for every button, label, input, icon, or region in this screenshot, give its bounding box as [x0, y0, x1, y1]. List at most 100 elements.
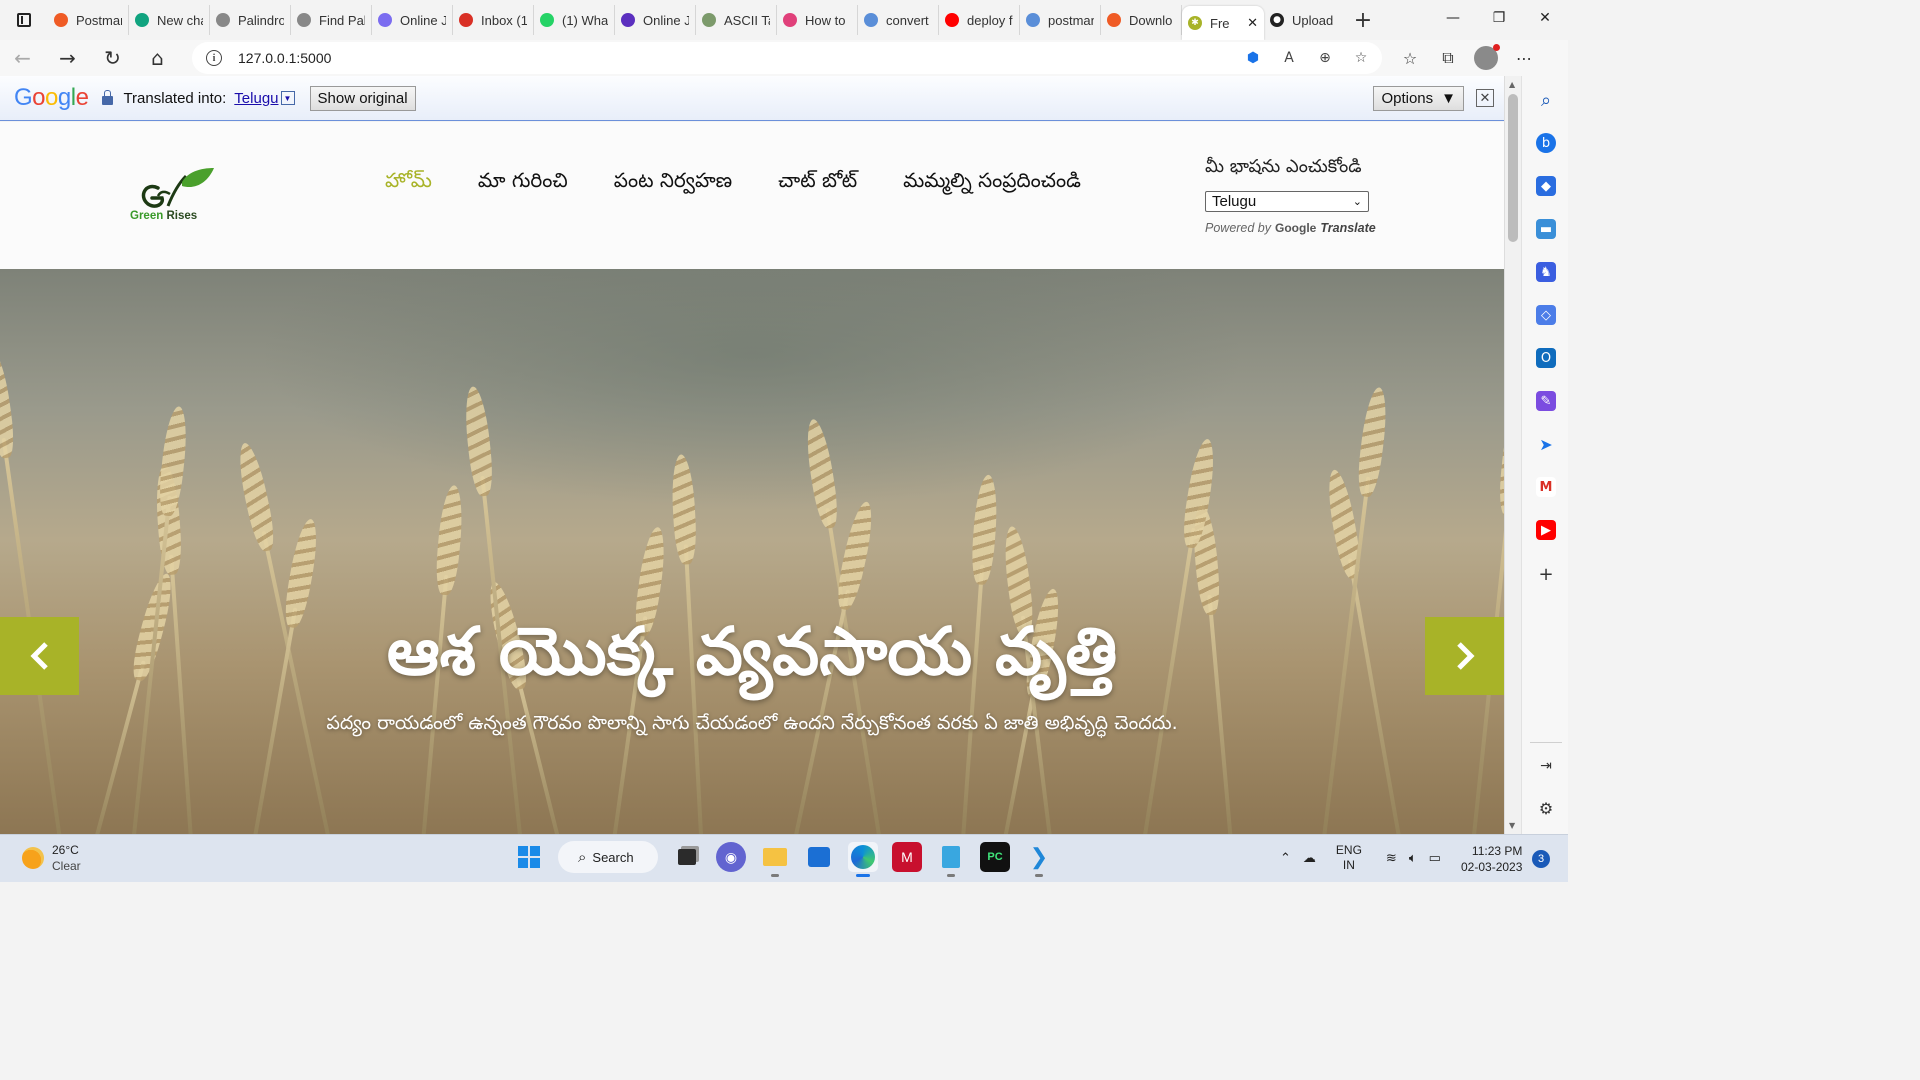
tab-actions-button[interactable]	[0, 0, 48, 40]
new-tab-button[interactable]: +	[1345, 5, 1381, 35]
taskbar-search-label: Search	[592, 849, 634, 865]
more-menu-icon[interactable]: ⋯	[1512, 46, 1536, 70]
minimize-button[interactable]: —	[1430, 0, 1476, 36]
tab-item[interactable]: Find Pal	[291, 5, 372, 35]
search-icon[interactable]: ⌕	[1536, 90, 1556, 111]
youtube-icon[interactable]: ▶	[1536, 520, 1556, 540]
vscode-icon[interactable]: ❯	[1024, 842, 1054, 877]
outlook-icon[interactable]: O	[1536, 348, 1556, 368]
tab-title: How to	[805, 12, 846, 28]
file-explorer-icon[interactable]	[760, 842, 790, 877]
designer-icon[interactable]: ✎	[1536, 391, 1556, 411]
language-dropdown-icon[interactable]: ▼	[280, 91, 295, 105]
wifi-icon[interactable]: ≋	[1386, 850, 1397, 866]
gmail-icon[interactable]: M	[1536, 477, 1556, 497]
profile-avatar[interactable]	[1474, 44, 1500, 70]
nav-item[interactable]: పంట నిర్వహణ	[614, 168, 732, 197]
nav-item[interactable]: చాట్ బోట్	[778, 168, 857, 197]
notepad-icon[interactable]	[936, 842, 966, 877]
system-clock[interactable]: 11:23 PM 02-03-2023	[1461, 843, 1522, 875]
teams-chat-icon[interactable]: ◉	[716, 842, 746, 872]
taskbar-search[interactable]: ⌕ Search	[558, 841, 658, 873]
tab-item[interactable]: How to	[777, 5, 858, 35]
collections-icon[interactable]: ⧉	[1436, 46, 1460, 70]
tab-item[interactable]: New chat	[129, 5, 210, 35]
tab-upload[interactable]: ● Upload	[1264, 5, 1345, 35]
show-original-button[interactable]: Show original	[309, 85, 416, 111]
refresh-button[interactable]: ↻	[90, 40, 135, 76]
tab-active[interactable]: ✱ Fre ✕	[1182, 6, 1264, 40]
shopping-tag-icon[interactable]: ◆	[1536, 176, 1556, 196]
microsoft-store-icon[interactable]	[804, 842, 834, 872]
tools-icon[interactable]: ▬	[1536, 219, 1556, 239]
add-favorite-icon[interactable]: ☆	[1352, 49, 1370, 67]
close-window-button[interactable]: ✕	[1522, 0, 1568, 36]
input-language[interactable]: ENG IN	[1336, 843, 1362, 873]
tab-item[interactable]: ASCII Ta	[696, 5, 777, 35]
tab-item[interactable]: postman	[1020, 5, 1101, 35]
bing-chat-icon[interactable]: b	[1536, 133, 1556, 153]
translated-language-link[interactable]: Telugu	[234, 90, 278, 107]
tab-item[interactable]: Online J	[372, 5, 453, 35]
games-icon[interactable]: ♞	[1536, 262, 1556, 282]
microsoft-365-icon[interactable]: ◇	[1536, 305, 1556, 325]
add-sidebar-app-icon[interactable]: +	[1536, 564, 1556, 585]
translate-label[interactable]: Translate	[1320, 221, 1375, 235]
pycharm-icon[interactable]: PC	[980, 842, 1010, 872]
zoom-icon[interactable]: ⊕	[1316, 49, 1334, 67]
tab-title: Inbox (1	[481, 12, 527, 28]
scroll-up-icon[interactable]: ▲	[1509, 80, 1515, 89]
close-translate-bar-icon[interactable]: ✕	[1476, 89, 1494, 107]
notification-badge[interactable]: 3	[1532, 850, 1550, 868]
favorites-icon[interactable]: ☆	[1398, 46, 1422, 70]
extension-shield-icon[interactable]: ⬢	[1244, 49, 1262, 67]
chevron-up-icon[interactable]: ⌃	[1280, 850, 1291, 866]
wheat-ear	[461, 385, 496, 498]
tab-item[interactable]: Online J	[615, 5, 696, 35]
volume-icon[interactable]: 🔈︎	[1409, 850, 1417, 866]
browser-toolbar: ← → ↻ ⌂ i 127.0.0.1:5000 ⬢ A ⊕ ☆ ☆ ⧉ ⋯	[0, 40, 1568, 76]
nav-item[interactable]: మా గురించి	[478, 168, 568, 197]
tab-item[interactable]: deploy f	[939, 5, 1020, 35]
weather-widget[interactable]: 26°C Clear	[22, 842, 81, 874]
scrollbar-thumb[interactable]	[1508, 94, 1518, 242]
address-bar-actions: ⬢ A ⊕ ☆	[1244, 49, 1382, 67]
carousel-prev-button[interactable]	[0, 617, 79, 695]
battery-icon[interactable]: ▭	[1429, 850, 1441, 866]
language-select[interactable]: Telugu ⌄	[1205, 191, 1369, 212]
windows-start-icon[interactable]	[514, 842, 544, 872]
tab-item[interactable]: Postman	[48, 5, 129, 35]
mcafee-icon[interactable]: M	[892, 842, 922, 872]
window-controls: — ❐ ✕	[1430, 0, 1568, 40]
edge-browser-icon[interactable]	[848, 842, 878, 877]
carousel-next-button[interactable]	[1425, 617, 1504, 695]
task-view-icon[interactable]	[672, 842, 702, 872]
nav-item[interactable]: మమ్మల్ని సంప్రదించండి	[903, 168, 1081, 197]
telegram-icon[interactable]: ➤	[1536, 434, 1556, 454]
back-button[interactable]: ←	[0, 40, 45, 76]
tab-item[interactable]: (1) What	[534, 5, 615, 35]
settings-gear-icon[interactable]: ⚙	[1536, 798, 1556, 818]
wheat-ear	[802, 417, 842, 530]
address-url[interactable]: 127.0.0.1:5000	[238, 50, 331, 66]
tab-item[interactable]: Palindrome	[210, 5, 291, 35]
forward-button[interactable]: →	[45, 40, 90, 76]
options-button[interactable]: Options ▼	[1373, 85, 1464, 111]
google-mini-logo[interactable]: Google	[1275, 221, 1316, 235]
wheat-ear	[1496, 405, 1504, 518]
restore-button[interactable]: ❐	[1476, 0, 1522, 36]
tab-item[interactable]: convert	[858, 5, 939, 35]
hide-sidebar-icon[interactable]: ⇥	[1536, 756, 1556, 776]
site-info-icon[interactable]: i	[206, 50, 222, 66]
tab-item[interactable]: Downlo	[1101, 5, 1182, 35]
scroll-down-icon[interactable]: ▼	[1509, 821, 1515, 830]
read-aloud-icon[interactable]: A	[1280, 49, 1298, 67]
address-bar[interactable]: i 127.0.0.1:5000 ⬢ A ⊕ ☆	[192, 42, 1382, 74]
page-scrollbar[interactable]: ▲ ▼	[1504, 76, 1521, 834]
tab-close-icon[interactable]: ✕	[1247, 16, 1258, 31]
nav-item[interactable]: హోమ్	[385, 168, 432, 197]
onedrive-offline-icon[interactable]: ☁	[1303, 850, 1316, 866]
tab-item[interactable]: Inbox (1	[453, 5, 534, 35]
tab-strip: Postman New chat Palindrome Find Pal Online …	[0, 0, 1568, 40]
home-button[interactable]: ⌂	[135, 40, 180, 76]
